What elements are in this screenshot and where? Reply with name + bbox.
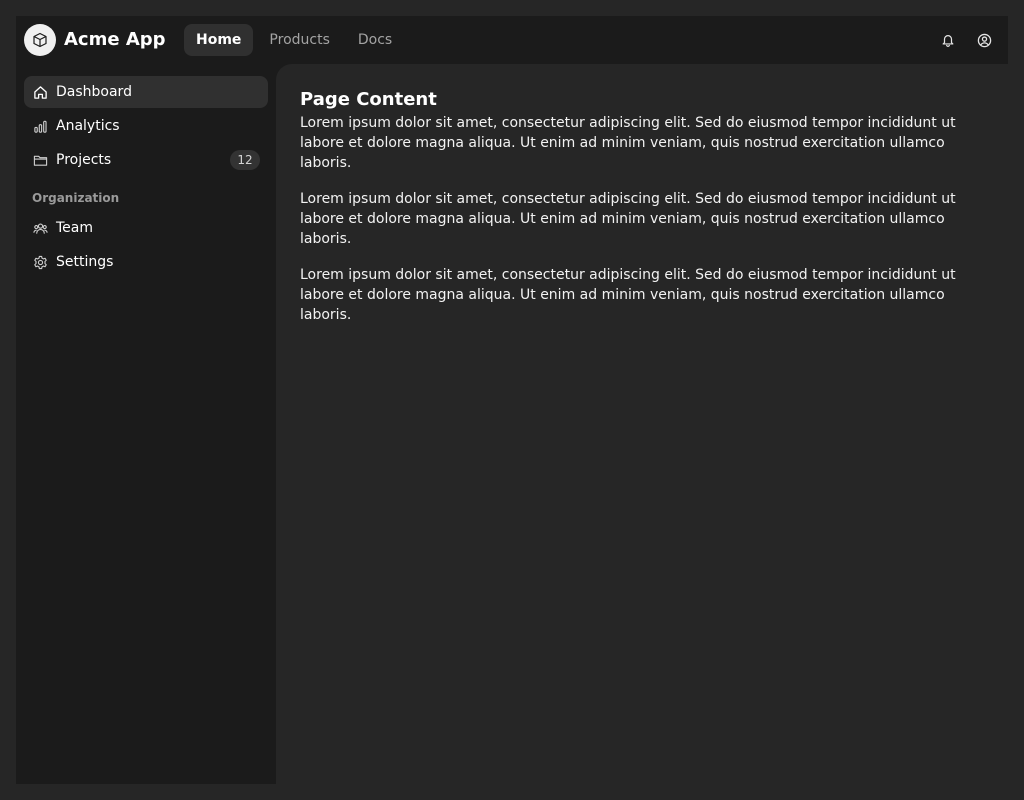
top-nav: Home Products Docs xyxy=(184,24,408,56)
content-paragraph: Lorem ipsum dolor sit amet, consectetur … xyxy=(300,115,956,171)
nav-home[interactable]: Home xyxy=(184,24,254,56)
sidebar-item-team[interactable]: Team xyxy=(24,212,268,244)
sidebar-item-label: Settings xyxy=(56,254,114,270)
bar-chart-icon xyxy=(32,118,48,134)
content-paragraph: Lorem ipsum dolor sit amet, consectetur … xyxy=(300,191,956,247)
app-title[interactable]: Acme App xyxy=(64,28,166,52)
sidebar: Dashboard Analytics Projects 12 Organiza… xyxy=(16,64,276,784)
users-icon xyxy=(32,220,48,236)
top-bar: Acme App Home Products Docs xyxy=(16,16,1008,64)
nav-products[interactable]: Products xyxy=(257,24,341,56)
home-icon xyxy=(32,84,48,100)
cube-icon[interactable] xyxy=(24,24,56,56)
sidebar-item-dashboard[interactable]: Dashboard xyxy=(24,76,268,108)
sidebar-item-label: Projects xyxy=(56,152,112,168)
main-content: Page Content Lorem ipsum dolor sit amet,… xyxy=(276,64,1008,784)
sidebar-item-label: Team xyxy=(56,220,94,236)
user-circle-icon[interactable] xyxy=(976,32,992,48)
sidebar-item-analytics[interactable]: Analytics xyxy=(24,110,268,142)
bell-icon[interactable] xyxy=(940,32,956,48)
sidebar-section-title: Organization xyxy=(32,191,120,205)
nav-docs[interactable]: Docs xyxy=(346,24,404,56)
sidebar-item-label: Analytics xyxy=(56,118,120,134)
content-paragraph: Lorem ipsum dolor sit amet, consectetur … xyxy=(300,267,956,323)
sidebar-item-settings[interactable]: Settings xyxy=(24,246,268,278)
folder-icon xyxy=(32,152,48,168)
sidebar-item-projects[interactable]: Projects 12 xyxy=(24,144,268,176)
sidebar-item-label: Dashboard xyxy=(56,84,132,100)
app-window: Acme App Home Products Docs Dashboard An… xyxy=(16,16,1008,784)
page-title: Page Content xyxy=(300,89,437,110)
count-badge: 12 xyxy=(230,150,260,170)
gear-icon xyxy=(32,254,48,270)
